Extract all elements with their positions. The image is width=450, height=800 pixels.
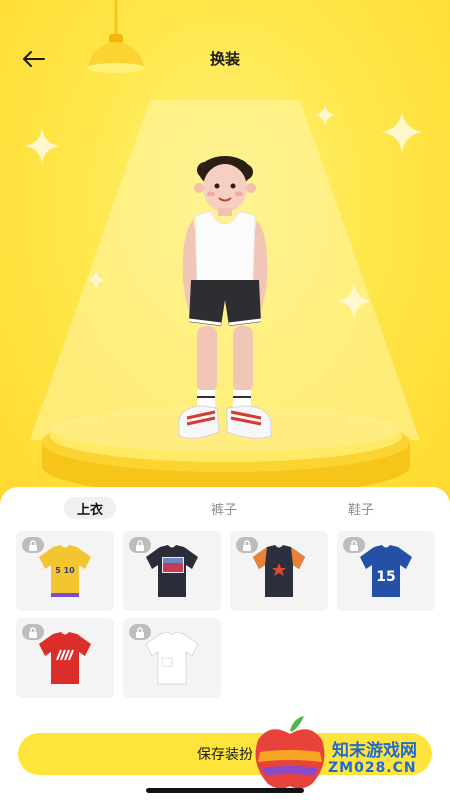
clothing-item-blue-jersey[interactable]: 15: [337, 531, 435, 611]
tab-pants[interactable]: 裤子: [198, 497, 250, 519]
clothing-item-star-tee[interactable]: [230, 531, 328, 611]
black-print-tee-image: [146, 545, 198, 597]
clothing-item-white-tee[interactable]: [123, 618, 221, 698]
sparkle-icon: [24, 128, 60, 164]
top-bar: 换装: [0, 36, 450, 82]
red-stripe-tee-image: [39, 632, 91, 684]
sparkle-icon: [86, 270, 106, 290]
page-title: 换装: [209, 50, 240, 68]
avatar-character: [178, 156, 272, 439]
yellow-jersey-image: 5 10: [39, 545, 91, 597]
watermark-logo: [255, 716, 325, 789]
sparkle-icon: [314, 104, 336, 126]
jersey-number-label: 5 10: [55, 566, 75, 575]
tab-shoes[interactable]: 鞋子: [335, 497, 387, 519]
category-tabs: 上衣 裤子 鞋子: [0, 497, 450, 521]
white-tee-image: [145, 631, 199, 685]
clothing-item-red-stripe-tee[interactable]: [16, 618, 114, 698]
watermark-url: ZM028.CN: [328, 760, 417, 776]
jersey-number-label: 15: [376, 569, 395, 585]
clothing-item-yellow-jersey[interactable]: 5 10: [16, 531, 114, 611]
tab-tops[interactable]: 上衣: [64, 497, 116, 519]
star-tee-image: [253, 545, 305, 597]
watermark-text: 知末游戏网: [332, 741, 417, 761]
sparkle-icon: [336, 283, 372, 319]
clothing-item-black-print-tee[interactable]: [123, 531, 221, 611]
stage-area: 换装: [0, 0, 450, 500]
sparkle-icon: [381, 111, 423, 153]
home-indicator: [146, 788, 304, 793]
blue-jersey-image: 15: [360, 545, 412, 597]
